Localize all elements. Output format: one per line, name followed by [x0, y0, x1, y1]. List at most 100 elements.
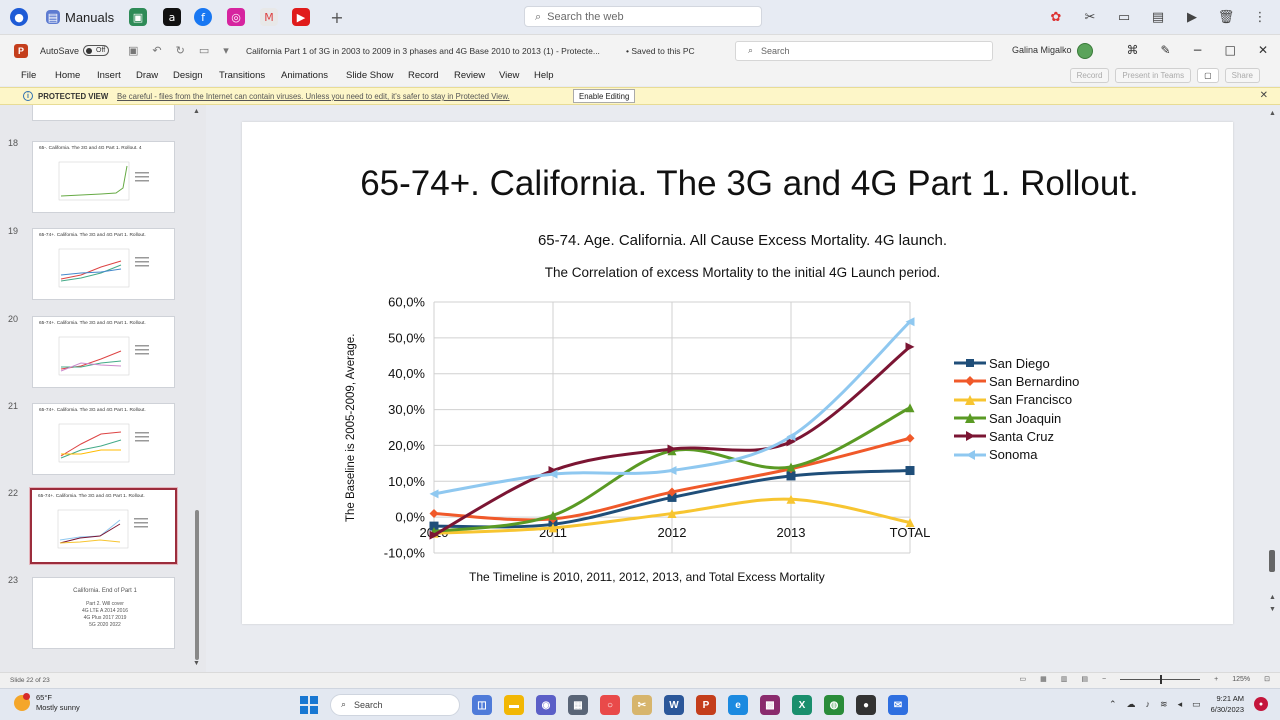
- chevron-up-icon[interactable]: ⌃: [1109, 699, 1117, 710]
- chrome-icon[interactable]: ◍: [824, 695, 844, 715]
- slide-thumbnail-20[interactable]: 65-74+. California. The 3G and 4G Part 1…: [32, 316, 175, 388]
- present-icon[interactable]: ▭: [199, 44, 209, 57]
- ppt-search-input[interactable]: ⌕ Search: [735, 41, 993, 61]
- scissors-icon[interactable]: ✂: [1080, 7, 1100, 27]
- avatar[interactable]: [1077, 43, 1093, 59]
- youtube-icon[interactable]: ▶: [292, 8, 310, 26]
- slide-sorter-icon[interactable]: ▦: [1040, 675, 1047, 683]
- chat-icon[interactable]: ◉: [536, 695, 556, 715]
- present-in-teams-button[interactable]: Present in Teams: [1115, 68, 1192, 83]
- browser-logo-icon[interactable]: ●: [10, 8, 28, 26]
- wifi-icon[interactable]: ≋: [1160, 699, 1168, 710]
- undo-icon[interactable]: ↶: [152, 44, 161, 57]
- zoom-level[interactable]: 125%: [1232, 676, 1250, 683]
- file-explorer-icon[interactable]: ▬: [504, 695, 524, 715]
- protected-view-message[interactable]: Be careful - files from the Internet can…: [117, 92, 510, 101]
- more-icon[interactable]: ⋮: [1250, 7, 1270, 27]
- scrollbar-thumb[interactable]: [1269, 550, 1275, 572]
- customize-icon[interactable]: ▾: [223, 44, 229, 57]
- photos-icon[interactable]: ▩: [760, 695, 780, 715]
- facebook-icon[interactable]: f: [194, 8, 212, 26]
- enable-editing-button[interactable]: Enable Editing: [573, 89, 636, 103]
- scrollbar-thumb[interactable]: [195, 510, 199, 660]
- notification-badge[interactable]: ●: [1254, 697, 1268, 711]
- scroll-down-icon[interactable]: ▼: [1269, 606, 1276, 613]
- camera-icon[interactable]: ▭: [1114, 7, 1134, 27]
- tab-file[interactable]: File: [21, 70, 36, 81]
- zoom-slider[interactable]: [1120, 674, 1201, 684]
- scroll-up-icon[interactable]: ▲: [1269, 110, 1276, 117]
- pen-icon[interactable]: ✎: [1160, 43, 1170, 57]
- tab-animations[interactable]: Animations: [281, 70, 328, 81]
- microphone-icon[interactable]: ♪: [1146, 699, 1151, 709]
- tab-design[interactable]: Design: [173, 70, 203, 81]
- redo-icon[interactable]: ↻: [176, 44, 185, 57]
- zoom-out-icon[interactable]: −: [1102, 676, 1106, 683]
- slide-scrollbar[interactable]: ▲ ▲ ▼: [1266, 110, 1278, 670]
- slide-thumbnail[interactable]: [32, 105, 175, 121]
- tab-home[interactable]: Home: [55, 70, 80, 81]
- clock[interactable]: 9:21 AM 6/30/2023: [1211, 693, 1244, 715]
- add-tab-icon[interactable]: +: [328, 8, 346, 27]
- calculator-icon[interactable]: ▦: [568, 695, 588, 715]
- save-icon[interactable]: ▣: [128, 44, 138, 57]
- app-icon[interactable]: ○: [600, 695, 620, 715]
- reading-view-icon[interactable]: ▥: [1061, 675, 1068, 683]
- close-icon[interactable]: ✕: [1258, 43, 1268, 57]
- tab-view[interactable]: View: [499, 70, 519, 81]
- maximize-icon[interactable]: □: [1225, 43, 1236, 57]
- bookmark-sheet-icon[interactable]: ▣: [129, 8, 147, 26]
- play-icon[interactable]: ▶: [1182, 7, 1202, 27]
- clipboard-icon[interactable]: ▤: [1148, 7, 1168, 27]
- powerpoint-icon[interactable]: P: [696, 695, 716, 715]
- slide-thumbnail-18[interactable]: 65-. California. The 3G and 4G Part 1. R…: [32, 141, 175, 213]
- comments-icon[interactable]: ▢: [1197, 68, 1219, 83]
- slide-thumbnail-21[interactable]: 65-74+. California. The 3G and 4G Part 1…: [32, 403, 175, 475]
- tab-draw[interactable]: Draw: [136, 70, 158, 81]
- trash-icon[interactable]: 🗑: [1216, 7, 1236, 27]
- tab-record[interactable]: Record: [408, 70, 439, 81]
- tab-manuals[interactable]: ▤ Manuals: [46, 7, 114, 27]
- start-icon[interactable]: [300, 696, 318, 714]
- slide-thumbnail-22[interactable]: 65-74+. California. The 3G and 4G Part 1…: [30, 488, 177, 564]
- slideshow-icon[interactable]: ▤: [1081, 675, 1088, 683]
- edge-icon[interactable]: e: [728, 695, 748, 715]
- search-input[interactable]: ⌕ Search the web: [524, 6, 762, 27]
- tab-review[interactable]: Review: [454, 70, 485, 81]
- excel-icon[interactable]: X: [792, 695, 812, 715]
- snipping-icon[interactable]: ✂: [632, 695, 652, 715]
- tab-insert[interactable]: Insert: [97, 70, 121, 81]
- mail-icon[interactable]: ✉: [888, 695, 908, 715]
- fit-slide-icon[interactable]: ⊡: [1264, 675, 1270, 683]
- scroll-up-icon[interactable]: ▲: [193, 108, 200, 115]
- slide-thumbnail-23[interactable]: California. End of Part 1 Part 2. Will c…: [32, 577, 175, 649]
- volume-icon[interactable]: ◂: [1178, 699, 1183, 710]
- taskbar-search-input[interactable]: ⌕ Search: [330, 694, 460, 716]
- scroll-down-icon[interactable]: ▼: [193, 660, 200, 667]
- cloud-icon[interactable]: ☁: [1127, 699, 1136, 710]
- data-point-san-diego[interactable]: [905, 466, 915, 476]
- app-dark-icon[interactable]: ●: [856, 695, 876, 715]
- slide-thumbnail-19[interactable]: 65-74+. California. The 3G and 4G Part 1…: [32, 228, 175, 300]
- tab-slide-show[interactable]: Slide Show: [346, 70, 394, 81]
- data-point-san-bernardino[interactable]: [905, 433, 915, 443]
- word-icon[interactable]: W: [664, 695, 684, 715]
- amazon-icon[interactable]: a: [163, 8, 181, 26]
- gmail-icon[interactable]: M: [260, 8, 278, 26]
- normal-view-icon[interactable]: ▭: [1020, 675, 1027, 683]
- task-view-icon[interactable]: ◫: [472, 695, 492, 715]
- user-name[interactable]: Galina Migalko: [1012, 45, 1072, 55]
- autosave-switch[interactable]: Off: [83, 45, 110, 56]
- tab-transitions[interactable]: Transitions: [219, 70, 265, 81]
- thumbnail-scrollbar[interactable]: ▲ ▼: [192, 105, 202, 670]
- scroll-up-icon[interactable]: ▲: [1269, 594, 1276, 601]
- autosave-toggle[interactable]: AutoSave Off: [40, 45, 110, 56]
- battery-icon[interactable]: ▭: [1192, 699, 1201, 710]
- record-button[interactable]: Record: [1069, 68, 1110, 83]
- tab-help[interactable]: Help: [534, 70, 554, 81]
- minimize-icon[interactable]: −: [1193, 43, 1203, 57]
- zoom-in-icon[interactable]: +: [1214, 676, 1218, 683]
- ribbon-options-icon[interactable]: ⌘: [1126, 43, 1138, 57]
- extensions-icon[interactable]: ✿: [1046, 7, 1066, 27]
- weather-widget[interactable]: 65°F Mostly sunny: [14, 693, 80, 713]
